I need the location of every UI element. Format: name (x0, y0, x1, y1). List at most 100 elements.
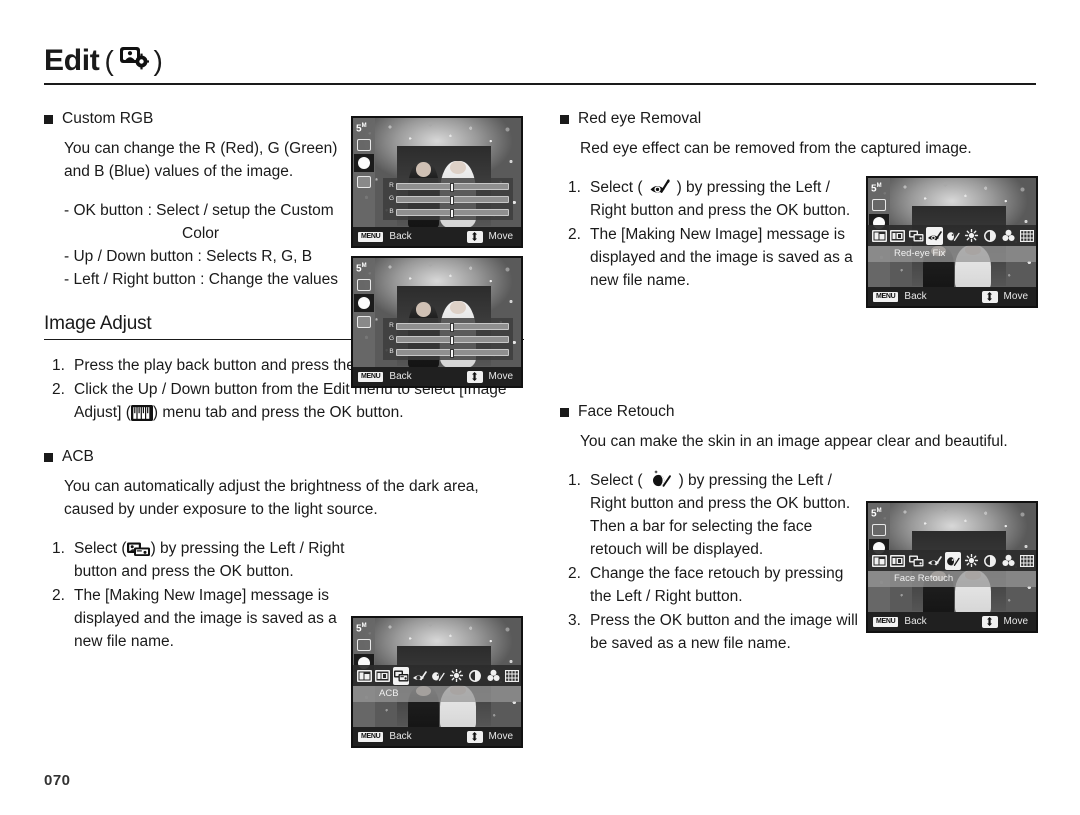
face-retouch-icon[interactable] (944, 551, 962, 570)
noise-icon[interactable] (1019, 552, 1035, 570)
move-label: Move (488, 371, 513, 382)
step-text: The [Making New Image] message is displa… (74, 587, 337, 650)
dpad-icon[interactable] (466, 730, 483, 743)
rgb-knob[interactable] (450, 196, 455, 205)
face-retouch-paragraph: You can make the skin in an image appear… (580, 433, 1008, 450)
contrast-icon[interactable] (982, 227, 998, 245)
step-number: 1. (52, 540, 65, 557)
saturation-icon[interactable] (1000, 227, 1016, 245)
resolution-badge: 5M (356, 263, 367, 275)
rgb-knob[interactable] (450, 209, 455, 218)
move-control[interactable]: Move (981, 615, 1036, 628)
red-eye-fix-screen: 5M Red-eye Fix MENU Back Move (866, 176, 1038, 308)
contrast-icon[interactable] (982, 552, 998, 570)
red-eye-heading: Red eye Removal (560, 108, 1040, 130)
rgb-track[interactable] (396, 323, 509, 332)
header-divider (44, 83, 1036, 85)
acb-icon[interactable] (392, 666, 410, 685)
page-number: 070 (44, 772, 71, 789)
menu-chip[interactable]: MENU (358, 731, 384, 742)
resize-icon[interactable] (356, 667, 372, 685)
step-item: 1. Select () by pressing the Left / Righ… (52, 537, 362, 583)
move-label: Move (1003, 616, 1028, 627)
rgb-track[interactable] (396, 349, 509, 358)
rgb-key: R (389, 322, 394, 330)
rgb-slider-panel[interactable]: R G B (383, 178, 513, 220)
step-number: 2. (568, 226, 581, 243)
acb-icon (126, 541, 151, 557)
dpad-icon[interactable] (981, 615, 998, 628)
card-icon (357, 639, 371, 651)
step-text: Select () by pressing the Left / Right b… (590, 176, 868, 222)
edit-toolbar[interactable] (868, 550, 1036, 571)
rgb-slider-panel[interactable]: R G B (383, 318, 513, 360)
face-retouch-icon[interactable] (945, 227, 961, 245)
brightness-icon[interactable] (448, 667, 464, 685)
saturation-icon[interactable] (1000, 552, 1016, 570)
lcd-bottom-bar: MENU Back Move (353, 227, 521, 246)
rgb-track[interactable] (396, 336, 509, 345)
square-bullet-icon (560, 115, 569, 124)
red-eye-icon[interactable] (926, 226, 943, 245)
red-eye-icon[interactable] (926, 552, 942, 570)
step-text-before: Select ( (590, 179, 643, 196)
acb-icon[interactable] (908, 227, 924, 245)
rgb-track[interactable] (396, 183, 509, 192)
step-item: 3. Press the OK button and the image wil… (568, 609, 868, 655)
paren-open: ( (104, 45, 114, 76)
noise-icon[interactable] (504, 667, 520, 685)
brightness-icon[interactable] (963, 227, 979, 245)
square-bullet-icon (44, 115, 53, 124)
dpad-icon[interactable] (466, 370, 483, 383)
image-edit-gear-icon (119, 44, 149, 78)
edit-toolbar[interactable] (868, 225, 1036, 246)
custom-rgb-screen-2: 5M R G B MENU Back Move (351, 256, 523, 388)
acb-icon[interactable] (908, 552, 924, 570)
rgb-knob[interactable] (450, 183, 455, 192)
menu-chip[interactable]: MENU (873, 291, 899, 302)
resolution-badge: 5M (871, 508, 882, 520)
rgb-track[interactable] (396, 209, 509, 218)
menu-chip[interactable]: MENU (358, 231, 384, 242)
lcd-bottom-bar: MENU Back Move (353, 727, 521, 746)
face-retouch-icon[interactable] (430, 667, 446, 685)
move-control[interactable]: Move (466, 370, 521, 383)
lcd-bottom-bar: MENU Back Move (353, 367, 521, 386)
rgb-knob[interactable] (450, 323, 455, 332)
move-control[interactable]: Move (981, 290, 1036, 303)
menu-chip[interactable]: MENU (358, 371, 384, 382)
square-bullet-icon (560, 408, 569, 417)
rgb-track[interactable] (396, 196, 509, 205)
step-text: Select () by pressing the Left / Right b… (74, 537, 362, 583)
move-control[interactable]: Move (466, 730, 521, 743)
brightness-icon[interactable] (963, 552, 979, 570)
rgb-row: R (387, 181, 509, 192)
red-eye-icon[interactable] (411, 667, 427, 685)
rotate-icon[interactable] (889, 552, 906, 570)
move-control[interactable]: Move (466, 230, 521, 243)
resize-icon[interactable] (871, 552, 887, 570)
rgb-knob[interactable] (450, 349, 455, 358)
rgb-knob[interactable] (450, 336, 455, 345)
contrast-icon[interactable] (467, 667, 483, 685)
red-eye-steps: 1. Select () by pressing the Left / Righ… (568, 176, 868, 292)
dpad-icon[interactable] (466, 230, 483, 243)
step-text-before: Select ( (590, 472, 643, 489)
red-eye-removal-icon (643, 179, 677, 196)
step-item: 1. Select () by pressing the Left / Righ… (568, 176, 868, 222)
rotate-icon[interactable] (889, 227, 906, 245)
menu-chip[interactable]: MENU (873, 616, 899, 627)
mode-dot-icon (354, 294, 374, 312)
noise-icon[interactable] (1019, 227, 1035, 245)
card-icon (357, 279, 371, 291)
edit-toolbar[interactable] (353, 665, 521, 686)
dpad-icon[interactable] (981, 290, 998, 303)
face-retouch-icon (643, 470, 679, 489)
face-retouch-heading-label: Face Retouch (578, 403, 675, 420)
square-bullet-icon (44, 453, 53, 462)
step-number: 2. (52, 381, 65, 398)
saturation-icon[interactable] (485, 667, 501, 685)
rotate-icon[interactable] (374, 667, 391, 685)
resize-icon[interactable] (871, 227, 887, 245)
lcd-bottom-bar: MENU Back Move (868, 287, 1036, 306)
